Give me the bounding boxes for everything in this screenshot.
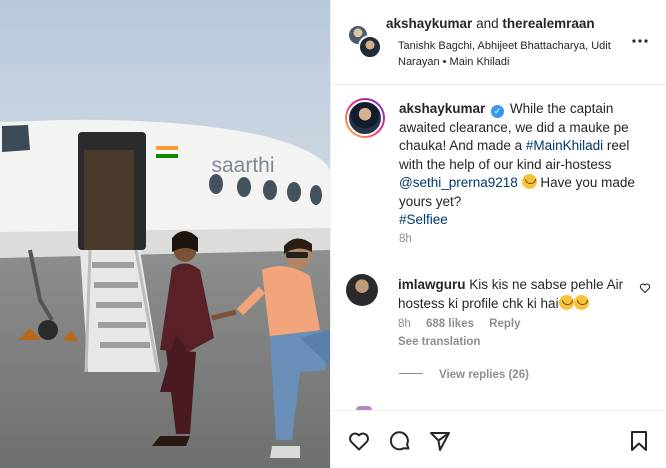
action-bar xyxy=(331,410,666,468)
caption-text: akshaykumar ✓ While the captain awaited … xyxy=(399,100,657,230)
post-photo: saarthi xyxy=(0,0,330,468)
verified-icon: ✓ xyxy=(491,105,505,118)
avatar[interactable] xyxy=(346,274,378,306)
laughing-emoji-icon xyxy=(558,294,574,310)
comment-likes[interactable]: 688 likes xyxy=(426,318,474,330)
heart-icon[interactable] xyxy=(639,282,651,294)
author-link[interactable]: therealemraan xyxy=(502,16,594,31)
caption: akshaykumar ✓ While the captain awaited … xyxy=(331,86,666,245)
mention-link[interactable]: @sethi_prerna9218 xyxy=(399,175,518,190)
avatar[interactable] xyxy=(345,98,385,138)
grinning-emoji-icon xyxy=(521,174,537,189)
post-header: akshaykumar and therealemraan Tanishk Ba… xyxy=(331,0,666,85)
post-media[interactable]: saarthi xyxy=(0,0,330,468)
laughing-emoji-icon xyxy=(573,294,589,310)
post-authors: akshaykumar and therealemraan xyxy=(386,16,595,31)
bookmark-icon[interactable] xyxy=(627,429,651,453)
audio-credit[interactable]: Tanishk Bagchi, Abhijeet Bhattacharya, U… xyxy=(398,38,628,70)
plane-name: saarthi xyxy=(211,154,274,177)
reply-button[interactable]: Reply xyxy=(489,318,520,330)
share-icon[interactable] xyxy=(428,429,452,453)
view-replies-label: View replies (26) xyxy=(439,369,529,381)
comment-meta: 8h 688 likes Reply xyxy=(398,318,533,330)
view-replies-button[interactable]: View replies (26) xyxy=(399,369,529,381)
more-icon[interactable] xyxy=(631,32,649,50)
comment-username[interactable]: imlawguru xyxy=(398,277,466,292)
caption-timestamp: 8h xyxy=(399,233,412,245)
hashtag-link[interactable]: #MainKhiladi xyxy=(526,138,603,153)
divider xyxy=(399,373,423,374)
collab-avatars[interactable] xyxy=(347,24,382,59)
post-side-panel: akshaykumar and therealemraan Tanishk Ba… xyxy=(330,0,666,468)
heart-icon[interactable] xyxy=(347,429,371,453)
comment-text: imlawguru Kis kis ne sabse pehle Air hos… xyxy=(398,276,628,313)
comment-timestamp: 8h xyxy=(398,318,411,330)
see-translation-link[interactable]: See translation xyxy=(398,336,480,348)
author-link[interactable]: akshaykumar xyxy=(386,16,472,31)
avatar[interactable] xyxy=(358,35,382,59)
hashtag-link[interactable]: #Selfiee xyxy=(399,212,448,227)
author-joiner: and xyxy=(476,16,499,31)
comment-icon[interactable] xyxy=(388,429,412,453)
caption-username[interactable]: akshaykumar xyxy=(399,101,485,116)
